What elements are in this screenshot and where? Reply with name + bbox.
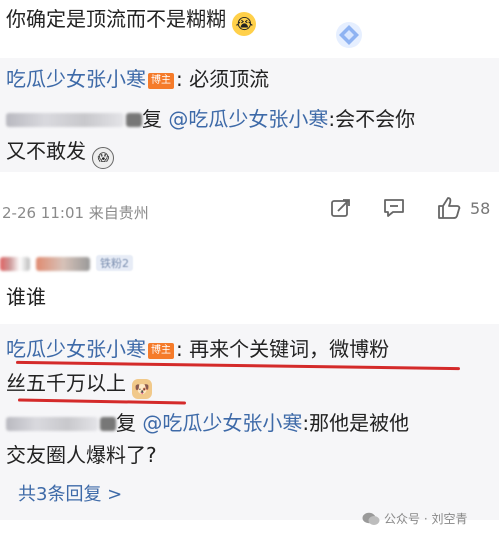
reply-1[interactable]: 吃瓜少女张小寒 博主: 必须顶流 [6,66,269,92]
reply-author[interactable]: 吃瓜少女张小寒 [6,337,146,361]
share-button[interactable] [330,197,352,219]
diamond-sticker [334,20,364,50]
reply-1-line2: 丝五千万以上 🐶 [6,370,153,399]
comment-1-replies: 吃瓜少女张小寒 博主: 必须顶流 复 @吃瓜少女张小寒:会不会你 又不敢发 😱 [0,58,499,172]
blurred-username [126,113,142,127]
reply-2-line2: 交友圈人爆料了? [6,443,157,467]
blurred-username [0,257,30,271]
reply-mention[interactable]: @吃瓜少女张小寒 [142,411,302,435]
like-icon [438,197,461,219]
blurred-username [6,417,98,431]
reply-2[interactable]: 复 @吃瓜少女张小寒:那他是被他 [6,410,409,436]
comment-1-time: 2-26 11:01 来自贵州 [2,204,149,222]
reply-2-line2: 又不敢发 😱 [6,138,115,169]
blogger-badge: 博主 [148,73,174,89]
comment-icon [384,199,404,217]
blogger-badge: 博主 [148,343,174,359]
blurred-username [6,113,124,127]
reply-author[interactable]: 吃瓜少女张小寒 [6,67,146,91]
more-replies-link[interactable]: 共3条回复 > [18,482,122,508]
highlight-underline [17,398,187,405]
watermark: 公众号 · 刘空青 [362,510,467,527]
share-icon [331,199,350,217]
crying-face-emoji: 😭 [232,12,257,36]
blurred-user-row: 铁粉2 [0,254,160,274]
blurred-username [36,257,90,271]
wechat-icon [362,512,380,525]
doge-emoji: 🐶 [132,379,153,399]
comment-button[interactable] [382,197,406,219]
comment-2-replies: 吃瓜少女张小寒 博主: 再来个关键词，微博粉 丝五千万以上 🐶 复 @吃瓜少女张小… [0,324,499,526]
like-count: 58 [470,198,491,218]
reply-2[interactable]: 复 @吃瓜少女张小寒:会不会你 [6,106,415,132]
comment-2-text: 谁谁 [6,285,46,309]
reply-1[interactable]: 吃瓜少女张小寒 博主: 再来个关键词，微博粉 [6,336,389,362]
shocked-face-emoji: 😱 [92,147,115,169]
reply-mention[interactable]: @吃瓜少女张小寒 [168,107,328,131]
comment-1-text: 你确定是顶流而不是糊糊 😭 [6,6,257,36]
like-button[interactable]: 58 [436,196,490,220]
fan-tag: 铁粉2 [96,255,133,271]
blurred-username [100,417,116,431]
highlight-underline [16,360,460,371]
